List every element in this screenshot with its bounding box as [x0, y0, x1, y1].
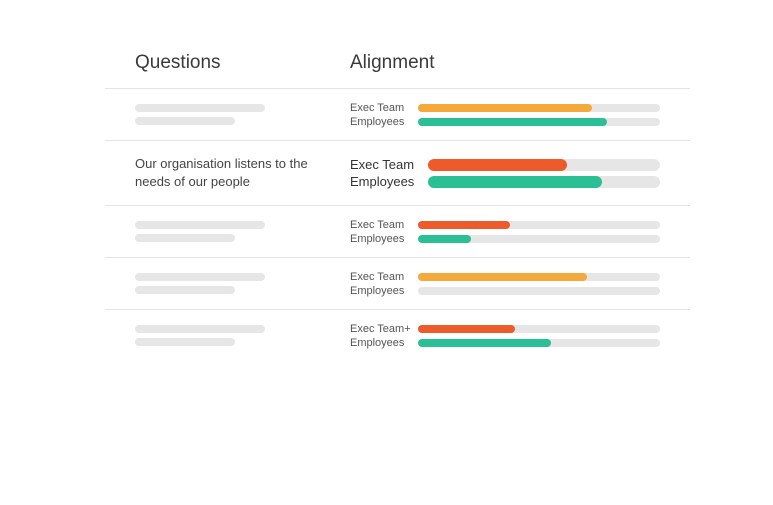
bar-track [418, 104, 660, 112]
placeholder-line [135, 117, 235, 125]
employees-series-label: Employees [350, 337, 418, 349]
alignment-card: Questions Alignment Exec Team Employees Ou… [105, 30, 690, 380]
question-cell [135, 216, 350, 247]
bar-fill [418, 235, 471, 243]
placeholder-line [135, 234, 235, 242]
bar-fill [418, 118, 607, 126]
bar-track [418, 339, 660, 347]
exec-series-label: Exec Team+ [350, 323, 418, 335]
placeholder-line [135, 338, 235, 346]
alignment-cell: Exec Team Employees [350, 100, 660, 130]
employees-series-label: Employees [350, 233, 418, 245]
exec-series-label: Exec Team [350, 271, 418, 283]
bar-track [418, 118, 660, 126]
employees-series: Employees [350, 285, 660, 297]
bar-fill [418, 339, 551, 347]
exec-series: Exec Team [350, 102, 660, 114]
alignment-header: Alignment [350, 52, 435, 74]
bar-track [418, 325, 660, 333]
bar-fill [418, 273, 587, 281]
bar-fill [428, 159, 567, 171]
exec-series: Exec Team [350, 271, 660, 283]
placeholder-line [135, 325, 265, 333]
exec-series-label: Exec Team [350, 157, 428, 172]
bar-track [428, 176, 660, 188]
bar-track [418, 235, 660, 243]
bar-track [418, 287, 660, 295]
question-cell [135, 320, 350, 351]
bar-track [418, 273, 660, 281]
alignment-cell: Exec Team+ Employees [350, 321, 660, 351]
employees-series: Employees [350, 174, 660, 189]
questions-header: Questions [135, 52, 350, 74]
alignment-cell: Exec Team Employees [350, 269, 660, 299]
bar-fill [418, 104, 592, 112]
exec-series-label: Exec Team [350, 219, 418, 231]
question-cell [135, 99, 350, 130]
placeholder-line [135, 104, 265, 112]
exec-series-label: Exec Team [350, 102, 418, 114]
table-row: Exec Team Employees [105, 88, 690, 140]
table-row: Exec Team+ Employees [105, 309, 690, 361]
bar-fill [418, 325, 515, 333]
employees-series: Employees [350, 233, 660, 245]
table-row: Exec Team Employees [105, 205, 690, 257]
placeholder-line [135, 286, 235, 294]
bar-fill [418, 221, 510, 229]
placeholder-line [135, 273, 265, 281]
table-row: Our organisation listens to the needs of… [105, 140, 690, 205]
question-text: Our organisation listens to the needs of… [135, 155, 330, 191]
exec-series: Exec Team [350, 157, 660, 172]
employees-series-label: Employees [350, 285, 418, 297]
rows-container: Exec Team Employees Our organisation liste… [105, 88, 690, 361]
table-row: Exec Team Employees [105, 257, 690, 309]
employees-series-label: Employees [350, 174, 428, 189]
bar-track [428, 159, 660, 171]
exec-series: Exec Team [350, 219, 660, 231]
employees-series: Employees [350, 337, 660, 349]
employees-series: Employees [350, 116, 660, 128]
question-cell: Our organisation listens to the needs of… [135, 155, 350, 191]
alignment-cell: Exec Team Employees [350, 155, 660, 191]
alignment-cell: Exec Team Employees [350, 217, 660, 247]
employees-series-label: Employees [350, 116, 418, 128]
bar-fill [428, 176, 602, 188]
question-cell [135, 268, 350, 299]
placeholder-line [135, 221, 265, 229]
bar-track [418, 221, 660, 229]
column-headers: Questions Alignment [105, 30, 690, 88]
exec-series: Exec Team+ [350, 323, 660, 335]
